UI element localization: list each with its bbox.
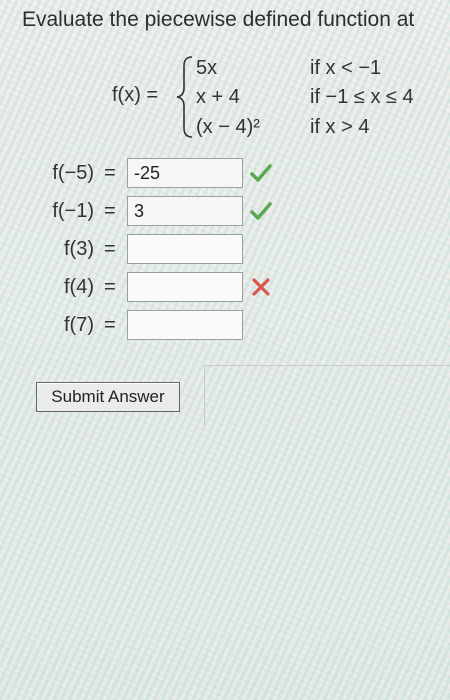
equals-sign: = <box>104 276 116 298</box>
left-brace <box>176 56 193 138</box>
check-icon <box>250 202 272 220</box>
piece-condition: if x < −1 <box>310 57 382 79</box>
answer-input-f-neg5[interactable]: -25 <box>127 158 243 188</box>
piece-condition: if x > 4 <box>310 116 370 138</box>
row-label: f(3) <box>64 238 94 260</box>
side-panel-outline <box>204 365 450 426</box>
equals-sign: = <box>104 314 116 336</box>
equals-sign: = <box>104 238 116 260</box>
question-title: Evaluate the piecewise defined function … <box>22 8 415 31</box>
row-label: f(−5) <box>52 162 94 184</box>
answer-input-f-neg1[interactable]: 3 <box>127 196 243 226</box>
answer-input-f-3[interactable] <box>127 234 243 264</box>
piece-condition: if −1 ≤ x ≤ 4 <box>310 86 414 108</box>
piece-expression: (x − 4)² <box>196 116 260 138</box>
row-label: f(−1) <box>52 200 94 222</box>
equals-sign: = <box>104 162 116 184</box>
check-icon <box>250 164 272 182</box>
equals-sign: = <box>104 200 116 222</box>
x-icon <box>252 278 270 296</box>
row-label: f(7) <box>64 314 94 336</box>
piece-expression: 5x <box>196 57 218 79</box>
submit-answer-button[interactable]: Submit Answer <box>36 382 180 412</box>
piece-expression: x + 4 <box>196 86 240 108</box>
answer-input-f-7[interactable] <box>127 310 243 340</box>
function-label: f(x) = <box>112 84 159 106</box>
answer-input-f-4[interactable] <box>127 272 243 302</box>
row-label: f(4) <box>64 276 94 298</box>
